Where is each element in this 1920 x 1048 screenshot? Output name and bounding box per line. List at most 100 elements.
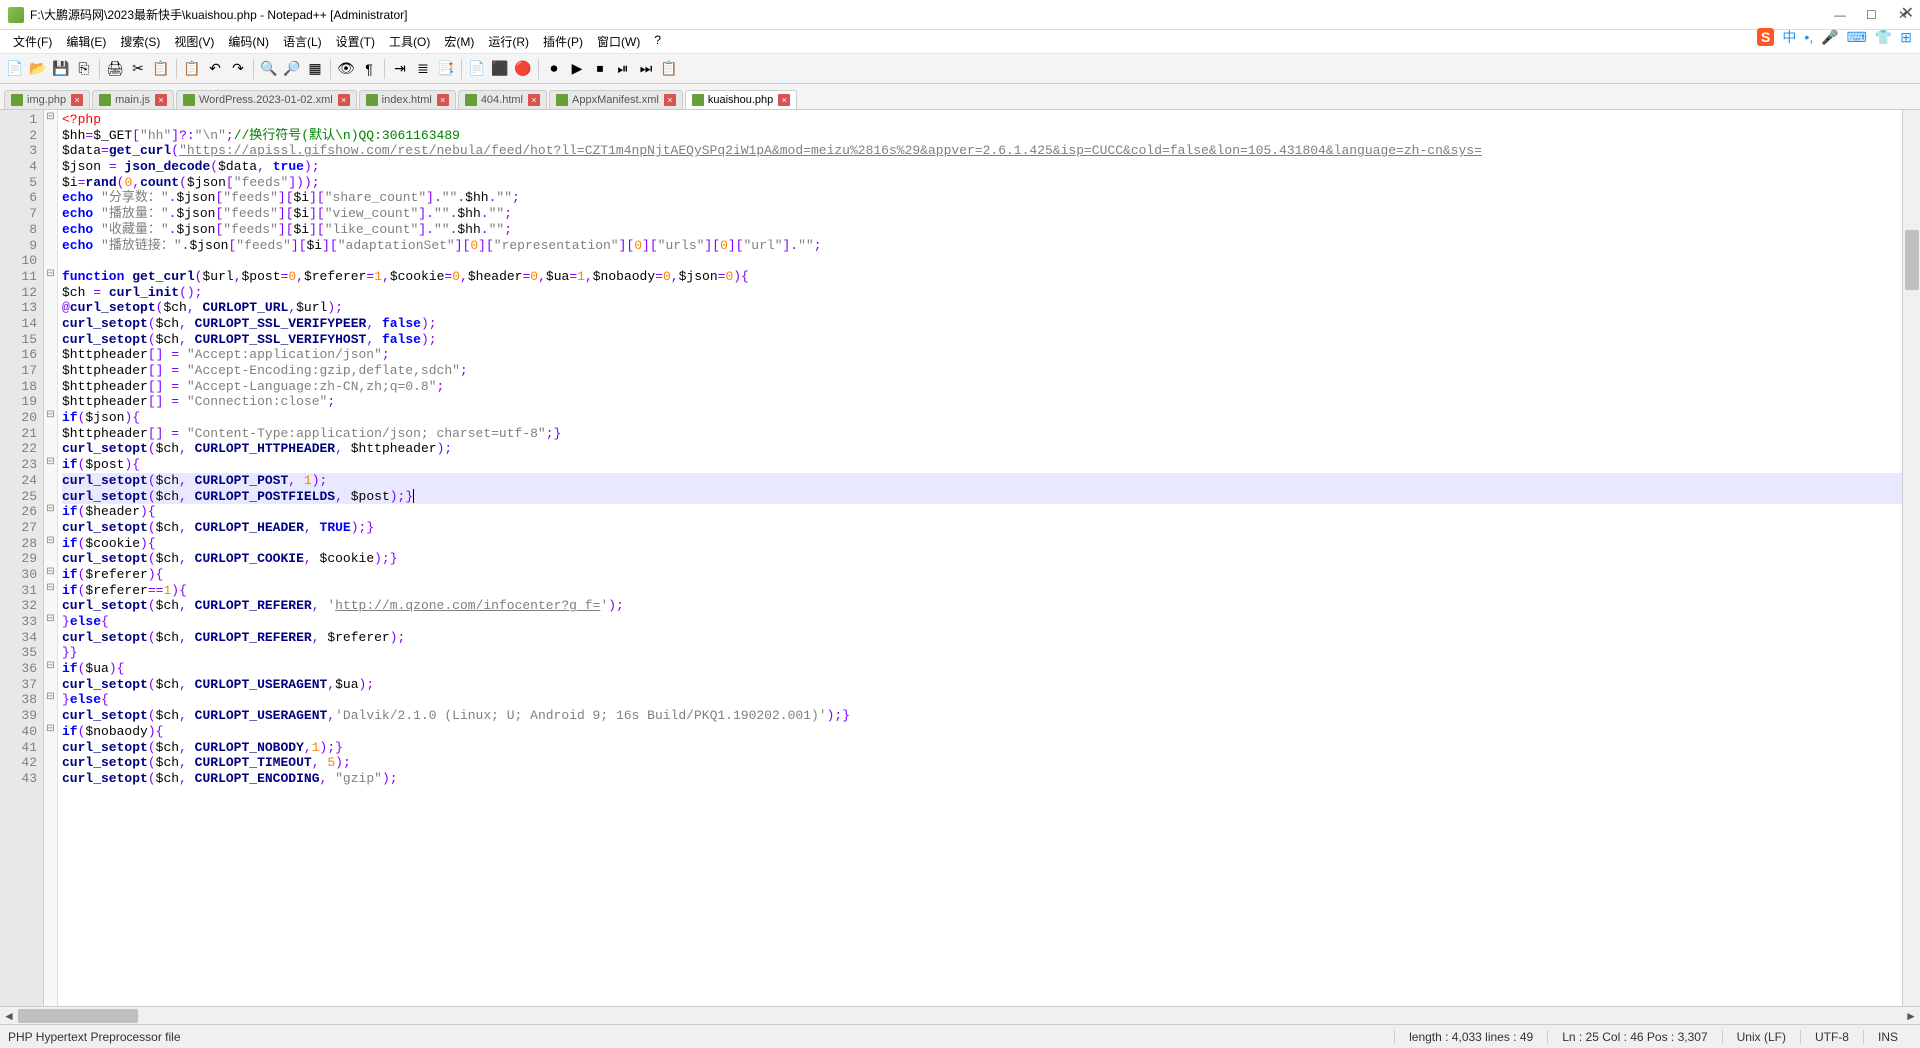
- toolbar-btn-0[interactable]: 📄: [4, 58, 26, 80]
- menu-6[interactable]: 设置(T): [329, 31, 382, 52]
- tab-close-icon[interactable]: ×: [664, 94, 676, 106]
- fold-marker[interactable]: ⊟: [44, 612, 57, 628]
- code-area[interactable]: <?php$hh=$_GET["hh"]?:"\n";//换行符号(默认\n)Q…: [58, 110, 1920, 1006]
- code-line[interactable]: curl_setopt($ch, CURLOPT_USERAGENT,'Dalv…: [62, 708, 1916, 724]
- code-line[interactable]: if($post){: [62, 457, 1916, 473]
- toolbar-btn-3[interactable]: ⎘: [73, 58, 95, 80]
- code-line[interactable]: if($ua){: [62, 661, 1916, 677]
- maximize-button[interactable]: ☐: [1866, 8, 1880, 22]
- code-line[interactable]: $hh=$_GET["hh"]?:"\n";//换行符号(默认\n)QQ:306…: [62, 128, 1916, 144]
- tab-img.php[interactable]: img.php×: [4, 90, 90, 109]
- fold-marker[interactable]: ⊟: [44, 455, 57, 471]
- tab-close-icon[interactable]: ×: [338, 94, 350, 106]
- code-line[interactable]: curl_setopt($ch, CURLOPT_TIMEOUT, 5);: [62, 755, 1916, 771]
- code-line[interactable]: echo "播放链接：".$json["feeds"][$i]["adaptat…: [62, 238, 1916, 254]
- menu-9[interactable]: 运行(R): [481, 31, 536, 52]
- code-line[interactable]: }}: [62, 645, 1916, 661]
- code-line[interactable]: echo "收藏量：".$json["feeds"][$i]["like_cou…: [62, 222, 1916, 238]
- toolbar-btn-15[interactable]: ⇥: [389, 58, 411, 80]
- menu-7[interactable]: 工具(O): [382, 31, 437, 52]
- menu-3[interactable]: 视图(V): [167, 31, 221, 52]
- toolbar-btn-25[interactable]: ⏭: [635, 58, 657, 80]
- sogou-icon[interactable]: S: [1757, 28, 1774, 46]
- fold-marker[interactable]: ⊟: [44, 502, 57, 518]
- code-line[interactable]: curl_setopt($ch, CURLOPT_USERAGENT,$ua);: [62, 677, 1916, 693]
- toolbar-btn-5[interactable]: ✂: [127, 58, 149, 80]
- ime-punct[interactable]: •,: [1804, 29, 1813, 45]
- code-line[interactable]: if($header){: [62, 504, 1916, 520]
- code-line[interactable]: curl_setopt($ch, CURLOPT_POST, 1);: [62, 473, 1916, 489]
- toolbar-btn-21[interactable]: ⏺: [543, 58, 565, 80]
- tab-close-icon[interactable]: ×: [71, 94, 83, 106]
- tab-close-icon[interactable]: ×: [155, 94, 167, 106]
- code-line[interactable]: $httpheader[] = "Connection:close";: [62, 394, 1916, 410]
- toolbar-btn-11[interactable]: 🔎: [281, 58, 303, 80]
- menu-5[interactable]: 语言(L): [276, 31, 329, 52]
- code-line[interactable]: curl_setopt($ch, CURLOPT_HEADER, TRUE);}: [62, 520, 1916, 536]
- toolbar-btn-18[interactable]: 📄: [466, 58, 488, 80]
- toolbar-btn-20[interactable]: 🔴: [512, 58, 534, 80]
- code-line[interactable]: $i=rand(0,count($json["feeds"]));: [62, 175, 1916, 191]
- fold-marker[interactable]: ⊟: [44, 659, 57, 675]
- toolbar-btn-14[interactable]: ¶: [358, 58, 380, 80]
- fold-marker[interactable]: ⊟: [44, 534, 57, 550]
- horizontal-scrollbar[interactable]: ◄►: [0, 1006, 1920, 1024]
- toolbar-btn-1[interactable]: 📂: [27, 58, 49, 80]
- ime-keyboard-icon[interactable]: ⌨: [1847, 29, 1867, 46]
- menu-12[interactable]: ?: [647, 31, 668, 52]
- code-line[interactable]: }else{: [62, 692, 1916, 708]
- tab-WordPress.2023-01-02.xml[interactable]: WordPress.2023-01-02.xml×: [176, 90, 357, 109]
- menu-2[interactable]: 搜索(S): [113, 31, 167, 52]
- code-line[interactable]: @curl_setopt($ch, CURLOPT_URL,$url);: [62, 300, 1916, 316]
- code-line[interactable]: curl_setopt($ch, CURLOPT_REFERER, 'http:…: [62, 598, 1916, 614]
- tab-kuaishou.php[interactable]: kuaishou.php×: [685, 90, 797, 109]
- code-line[interactable]: if($json){: [62, 410, 1916, 426]
- toolbar-btn-23[interactable]: ⏹: [589, 58, 611, 80]
- toolbar-btn-9[interactable]: ↷: [227, 58, 249, 80]
- tab-AppxManifest.xml[interactable]: AppxManifest.xml×: [549, 90, 683, 109]
- toolbar-btn-17[interactable]: 📑: [435, 58, 457, 80]
- tab-close-icon[interactable]: ×: [437, 94, 449, 106]
- code-line[interactable]: echo "分享数：".$json["feeds"][$i]["share_co…: [62, 190, 1916, 206]
- toolbar-btn-13[interactable]: 👁: [335, 58, 357, 80]
- toolbar-btn-2[interactable]: 💾: [50, 58, 72, 80]
- menu-1[interactable]: 编辑(E): [59, 31, 113, 52]
- menu-10[interactable]: 插件(P): [536, 31, 590, 52]
- code-line[interactable]: curl_setopt($ch, CURLOPT_POSTFIELDS, $po…: [62, 489, 1916, 505]
- tab-404.html[interactable]: 404.html×: [458, 90, 547, 109]
- code-line[interactable]: [62, 253, 1916, 269]
- code-line[interactable]: $data=get_curl("https://apissl.gifshow.c…: [62, 143, 1916, 159]
- toolbar-btn-10[interactable]: 🔍: [258, 58, 280, 80]
- toolbar-btn-26[interactable]: 📋: [658, 58, 680, 80]
- code-line[interactable]: curl_setopt($ch, CURLOPT_SSL_VERIFYPEER,…: [62, 316, 1916, 332]
- code-line[interactable]: $httpheader[] = "Content-Type:applicatio…: [62, 426, 1916, 442]
- code-line[interactable]: curl_setopt($ch, CURLOPT_ENCODING, "gzip…: [62, 771, 1916, 787]
- menu-4[interactable]: 编码(N): [221, 31, 276, 52]
- fold-marker[interactable]: ⊟: [44, 565, 57, 581]
- tab-main.js[interactable]: main.js×: [92, 90, 174, 109]
- code-line[interactable]: curl_setopt($ch, CURLOPT_REFERER, $refer…: [62, 630, 1916, 646]
- code-line[interactable]: curl_setopt($ch, CURLOPT_SSL_VERIFYHOST,…: [62, 332, 1916, 348]
- fold-marker[interactable]: ⊟: [44, 690, 57, 706]
- fold-marker[interactable]: ⊟: [44, 267, 57, 283]
- code-line[interactable]: }else{: [62, 614, 1916, 630]
- fold-marker[interactable]: ⊟: [44, 110, 57, 126]
- fold-marker[interactable]: ⊟: [44, 408, 57, 424]
- code-line[interactable]: echo "播放量：".$json["feeds"][$i]["view_cou…: [62, 206, 1916, 222]
- toolbar-btn-8[interactable]: ↶: [204, 58, 226, 80]
- menu-8[interactable]: 宏(M): [437, 31, 481, 52]
- ime-grid-icon[interactable]: ⊞: [1900, 29, 1912, 46]
- toolbar-btn-19[interactable]: ⬛: [489, 58, 511, 80]
- code-line[interactable]: if($cookie){: [62, 536, 1916, 552]
- code-line[interactable]: $httpheader[] = "Accept-Language:zh-CN,z…: [62, 379, 1916, 395]
- ime-mic-icon[interactable]: 🎤: [1821, 29, 1838, 46]
- vertical-scrollbar[interactable]: [1902, 110, 1920, 1006]
- toolbar-btn-22[interactable]: ▶: [566, 58, 588, 80]
- code-line[interactable]: $ch = curl_init();: [62, 285, 1916, 301]
- tab-close-icon[interactable]: ×: [528, 94, 540, 106]
- code-line[interactable]: <?php: [62, 112, 1916, 128]
- code-line[interactable]: $httpheader[] = "Accept-Encoding:gzip,de…: [62, 363, 1916, 379]
- fold-marker[interactable]: ⊟: [44, 722, 57, 738]
- menu-11[interactable]: 窗口(W): [590, 31, 647, 52]
- code-line[interactable]: if($referer==1){: [62, 583, 1916, 599]
